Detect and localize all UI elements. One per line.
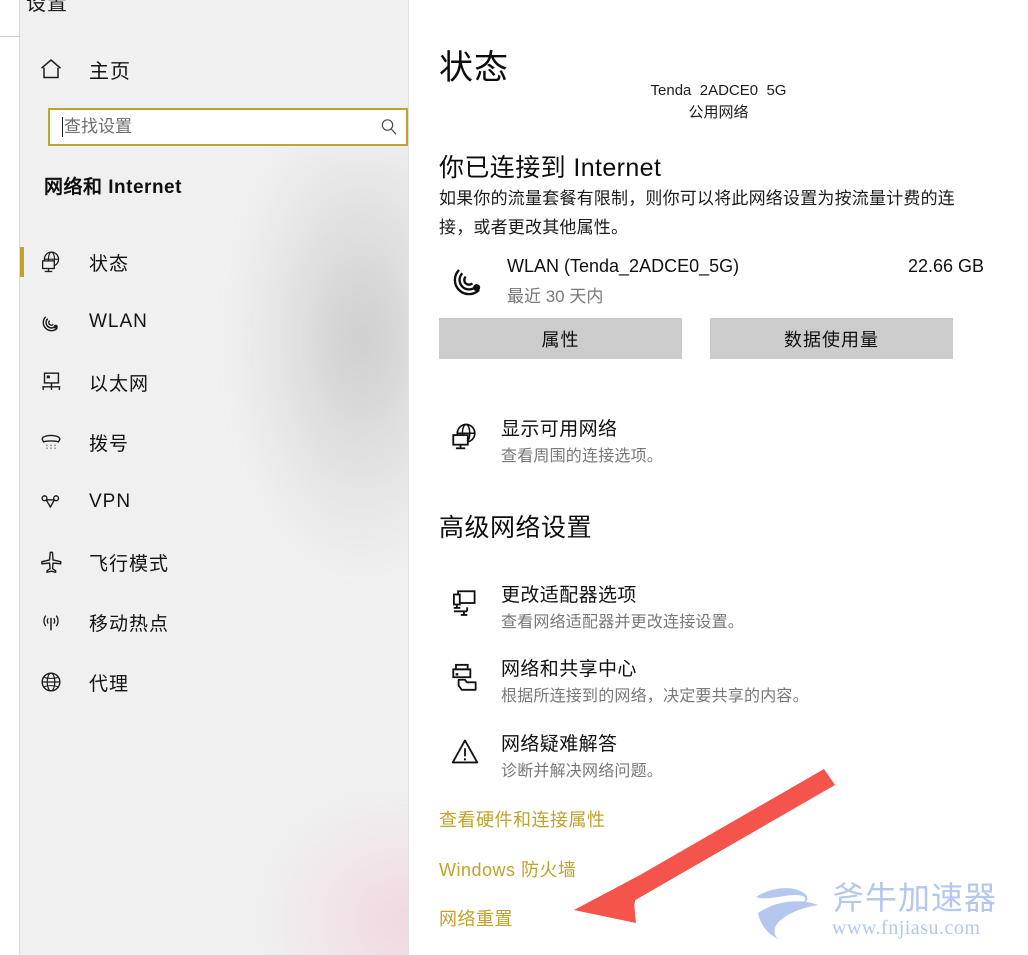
- show-available-networks-title: 显示可用网络: [501, 419, 618, 440]
- sidebar-home-label: 主页: [89, 60, 131, 83]
- show-available-networks-item[interactable]: 显示可用网络 查看周围的连接选项。: [439, 412, 999, 472]
- sidebar: 主页 网络和 Internet: [20, 0, 409, 955]
- selection-indicator: [20, 487, 24, 517]
- wifi-icon: [447, 258, 491, 302]
- search-icon[interactable]: [372, 117, 406, 137]
- main-content: 状态 Tenda_2ADCE0_5G 公用网络 你已连接到 Internet 如…: [409, 0, 1028, 955]
- network-sharing-center-subtitle: 根据所连接到的网络，决定要共享的内容。: [501, 688, 809, 705]
- selection-indicator: [20, 547, 24, 577]
- selection-indicator: [20, 607, 24, 637]
- view-hardware-properties-link[interactable]: 查看硬件和连接属性: [439, 806, 606, 832]
- globe-monitor-icon: [444, 416, 486, 458]
- sidebar-item-airplane-mode[interactable]: 飞行模式: [20, 532, 409, 592]
- sidebar-section-title: 网络和 Internet: [44, 177, 182, 198]
- connected-heading: 你已连接到 Internet: [439, 154, 662, 182]
- warning-triangle-icon: [444, 731, 486, 773]
- wlan-usage-amount: 22.66 GB: [907, 256, 984, 276]
- action-button-row: 属性 数据使用量: [439, 318, 984, 359]
- window-left-divider: [19, 0, 20, 955]
- globe-monitor-icon: [29, 249, 73, 275]
- show-available-networks-subtitle: 查看周围的连接选项。: [501, 448, 664, 465]
- sidebar-pink-glow-overlay: [270, 800, 409, 955]
- network-troubleshooter-item[interactable]: 网络疑难解答 诊断并解决网络问题。: [439, 727, 999, 787]
- change-adapter-options-item[interactable]: 更改适配器选项 查看网络适配器并更改连接设置。: [439, 578, 999, 638]
- sidebar-item-vpn[interactable]: VPN: [20, 472, 409, 532]
- wifi-icon: [29, 309, 73, 336]
- proxy-globe-icon: [29, 669, 73, 695]
- sidebar-item-label: 拨号: [89, 433, 130, 455]
- network-status-graphic: Tenda_2ADCE0_5G 公用网络: [409, 82, 1028, 122]
- sidebar-item-proxy[interactable]: 代理: [20, 652, 409, 712]
- connected-description: 如果你的流量套餐有限制，则你可以将此网络设置为按流量计费的连接，或者更改其他属性…: [439, 189, 955, 237]
- network-sharing-center-item[interactable]: 网络和共享中心 根据所连接到的网络，决定要共享的内容。: [439, 652, 999, 712]
- sidebar-item-mobile-hotspot[interactable]: 移动热点: [20, 592, 409, 652]
- selection-indicator: [20, 247, 24, 277]
- sidebar-item-label: 飞行模式: [89, 553, 170, 575]
- sidebar-item-status[interactable]: 状态: [20, 232, 409, 292]
- sidebar-nav: 状态 WLAN 以太网 拨号 VPN 飞行模式 移动热点 代理: [20, 232, 409, 712]
- settings-window: 设置 主页 网络和 Int: [0, 0, 1028, 955]
- window-left-tick: [0, 36, 20, 37]
- windows-firewall-link[interactable]: Windows 防火墙: [439, 856, 577, 882]
- sidebar-item-label: 状态: [89, 253, 130, 275]
- adapter-monitor-icon: [444, 582, 486, 624]
- network-sharing-center-title: 网络和共享中心: [501, 659, 637, 680]
- sidebar-item-label: 移动热点: [89, 613, 170, 635]
- change-adapter-options-title: 更改适配器选项: [501, 585, 637, 606]
- search-box[interactable]: [48, 108, 408, 146]
- network-troubleshooter-title: 网络疑难解答: [501, 734, 618, 755]
- sidebar-item-dialup[interactable]: 拨号: [20, 412, 409, 472]
- wlan-usage-row: WLAN (Tenda_2ADCE0_5G) 最近 30 天内 22.66 GB: [439, 252, 984, 308]
- sidebar-item-label: WLAN: [89, 311, 148, 332]
- wlan-connection-name: WLAN (Tenda_2ADCE0_5G): [507, 256, 740, 276]
- sidebar-item-wlan[interactable]: WLAN: [20, 292, 409, 352]
- search-input[interactable]: [63, 110, 372, 144]
- dialup-phone-icon: [29, 429, 73, 455]
- sharing-printer-folder-icon: [444, 656, 486, 698]
- properties-button[interactable]: 属性: [439, 318, 682, 359]
- network-troubleshooter-subtitle: 诊断并解决网络问题。: [501, 763, 664, 780]
- app-title: 设置: [26, 0, 68, 15]
- sidebar-item-label: 代理: [89, 673, 130, 695]
- sidebar-item-ethernet[interactable]: 以太网: [20, 352, 409, 412]
- vpn-icon: [29, 489, 73, 515]
- network-type-label: 公用网络: [688, 104, 749, 121]
- network-ssid-label: Tenda_2ADCE0_5G: [650, 82, 787, 97]
- home-icon: [29, 56, 73, 82]
- window-left-gutter: [0, 0, 20, 955]
- ethernet-icon: [29, 369, 73, 395]
- advanced-settings-heading: 高级网络设置: [439, 514, 593, 542]
- selection-indicator: [20, 367, 24, 397]
- data-usage-button[interactable]: 数据使用量: [710, 318, 953, 359]
- network-reset-link[interactable]: 网络重置: [439, 905, 513, 931]
- airplane-icon: [29, 549, 73, 576]
- sidebar-item-label: VPN: [89, 491, 132, 512]
- change-adapter-options-subtitle: 查看网络适配器并更改连接设置。: [501, 614, 745, 631]
- wlan-usage-period: 最近 30 天内: [507, 287, 604, 306]
- selection-indicator: [20, 427, 24, 457]
- hotspot-icon: [29, 609, 73, 635]
- selection-indicator: [20, 307, 24, 337]
- selection-indicator: [20, 667, 24, 697]
- sidebar-item-label: 以太网: [89, 373, 150, 395]
- sidebar-item-home[interactable]: 主页: [20, 48, 409, 90]
